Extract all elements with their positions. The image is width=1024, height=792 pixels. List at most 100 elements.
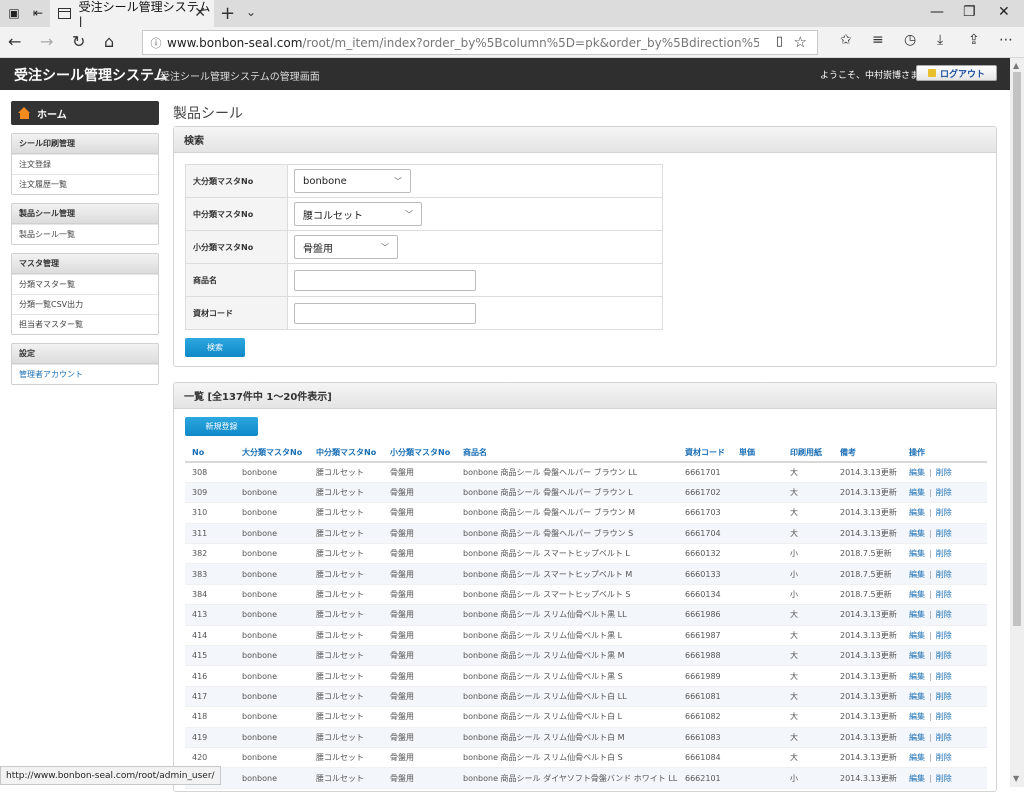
back-icon[interactable]: ← [8,32,21,51]
download-icon[interactable]: ⤓ [937,32,943,48]
delete-link[interactable]: 削除 [936,672,952,681]
sidebar-item-product-list[interactable]: 製品シール一覧 [12,224,158,244]
address-bar[interactable]: ⓘ www.bonbon-seal.com/root/m_item/index?… [142,30,818,55]
name-input[interactable] [294,269,476,291]
edit-link[interactable]: 編集 [909,468,925,477]
cell-paper: 大 [783,604,833,626]
minor-select[interactable]: 骨盤用 ﹀ [294,235,398,259]
edit-link[interactable]: 編集 [909,753,925,762]
col-paper[interactable]: 印刷用紙 [783,443,833,463]
delete-link[interactable]: 削除 [936,590,952,599]
logout-button[interactable]: ログアウト [916,65,997,81]
sidebar-home[interactable]: ホーム [11,101,159,125]
scrollbar-thumb[interactable] [1013,72,1021,626]
search-button[interactable]: 検索 [185,338,245,357]
cell-name: bonbone 商品シール 骨盤ヘルパー ブラウン M [456,502,678,524]
edit-link[interactable]: 編集 [909,529,925,538]
edit-link[interactable]: 編集 [909,570,925,579]
cell-major: bonbone [235,482,309,504]
new-tab-icon[interactable]: + [220,3,235,24]
col-no[interactable]: No [185,443,235,463]
app-brand[interactable]: 受注シール管理システム [14,65,168,85]
edit-link[interactable]: 編集 [909,651,925,660]
col-note[interactable]: 備考 [833,443,902,463]
middle-select[interactable]: 腰コルセット ﹀ [294,202,422,226]
delete-link[interactable]: 削除 [936,570,952,579]
set-aside-tabs-icon[interactable]: ⇤ [30,5,46,21]
chevron-down-icon[interactable]: ⌄ [246,5,256,19]
delete-link[interactable]: 削除 [936,651,952,660]
scroll-up-icon[interactable]: ▲ [1013,61,1019,70]
col-middle[interactable]: 中分類マスタNo [309,443,383,463]
code-input[interactable] [294,302,476,324]
delete-link[interactable]: 削除 [936,774,952,783]
minimize-icon[interactable]: — [930,4,944,20]
tab-actions-icon[interactable]: ▣ [6,5,22,21]
sidebar-item-admin-account[interactable]: 管理者アカウント [12,364,158,384]
hub-icon[interactable]: ≡ [872,32,884,48]
edit-link[interactable]: 編集 [909,488,925,497]
edit-link[interactable]: 編集 [909,774,925,783]
delete-link[interactable]: 削除 [936,753,952,762]
chevron-down-icon: ﹀ [405,209,413,219]
browser-tab[interactable]: 受注シール管理システム | ✕ [50,0,214,29]
cell-middle: 腰コルセット [309,727,383,748]
name-label: 商品名 [185,263,288,297]
code-label: 資材コード [185,296,288,330]
edit-link[interactable]: 編集 [909,610,925,619]
delete-link[interactable]: 削除 [936,692,952,701]
sidebar-item-category-csv[interactable]: 分類一覧CSV出力 [12,294,158,314]
history-icon[interactable]: ◷ [904,32,916,48]
more-icon[interactable]: ⋯ [999,32,1013,48]
site-info-icon[interactable]: ⓘ [145,35,167,51]
col-code[interactable]: 資材コード [678,443,732,463]
edit-link[interactable]: 編集 [909,672,925,681]
col-name[interactable]: 商品名 [456,443,678,463]
delete-link[interactable]: 削除 [936,610,952,619]
delete-link[interactable]: 削除 [936,549,952,558]
edit-link[interactable]: 編集 [909,590,925,599]
cell-actions: 編集 | 削除 [902,747,987,769]
sidebar-item-staff-master[interactable]: 担当者マスター覧 [12,314,158,334]
refresh-icon[interactable]: ↻ [72,32,85,51]
favorite-star-icon[interactable]: ☆ [794,33,807,51]
edit-link[interactable]: 編集 [909,508,925,517]
edit-link[interactable]: 編集 [909,692,925,701]
new-register-button[interactable]: 新規登録 [185,417,258,436]
cell-code: 6661082 [678,706,732,728]
sidebar-item-order-history[interactable]: 注文履歴一覧 [12,174,158,194]
delete-link[interactable]: 削除 [936,468,952,477]
sidebar-item-category-master[interactable]: 分類マスター覧 [12,274,158,294]
favorites-icon[interactable]: ✩ [840,32,852,48]
col-minor[interactable]: 小分類マスタNo [383,443,456,463]
scroll-down-icon[interactable]: ▼ [1013,774,1019,783]
restore-icon[interactable]: ❐ [963,4,976,20]
delete-link[interactable]: 削除 [936,508,952,517]
col-price[interactable]: 単価 [732,443,783,463]
edit-link[interactable]: 編集 [909,733,925,742]
delete-link[interactable]: 削除 [936,631,952,640]
table-row: 382 bonbone 腰コルセット 骨盤用 bonbone 商品シール スマートヒップ… [185,543,987,565]
vertical-scrollbar[interactable]: ▲ ▼ [1010,58,1024,787]
sidebar-item-order-entry[interactable]: 注文登録 [12,154,158,174]
delete-link[interactable]: 削除 [936,733,952,742]
edit-link[interactable]: 編集 [909,549,925,558]
cell-paper: 小 [783,543,833,565]
edit-link[interactable]: 編集 [909,712,925,721]
delete-link[interactable]: 削除 [936,529,952,538]
table-row: 415 bonbone 腰コルセット 骨盤用 bonbone 商品シール スリム仙骨ベル… [185,645,987,667]
col-major[interactable]: 大分類マスタNo [235,443,309,463]
share-icon[interactable]: ⇪ [968,32,980,48]
close-tab-icon[interactable]: ✕ [194,5,206,21]
cell-code: 6661084 [678,747,732,769]
home-icon[interactable]: ⌂ [104,32,114,51]
edit-link[interactable]: 編集 [909,631,925,640]
url-text[interactable]: www.bonbon-seal.com/root/m_item/index?or… [167,36,759,50]
forward-icon[interactable]: → [40,32,53,51]
reading-view-icon[interactable]: ▯ [776,34,783,49]
major-select[interactable]: bonbone ﹀ [294,169,411,193]
cell-name: bonbone 商品シール スリム仙骨ベルト黒 LL [456,604,678,626]
delete-link[interactable]: 削除 [936,488,952,497]
delete-link[interactable]: 削除 [936,712,952,721]
window-close-icon[interactable]: ✕ [998,4,1010,20]
